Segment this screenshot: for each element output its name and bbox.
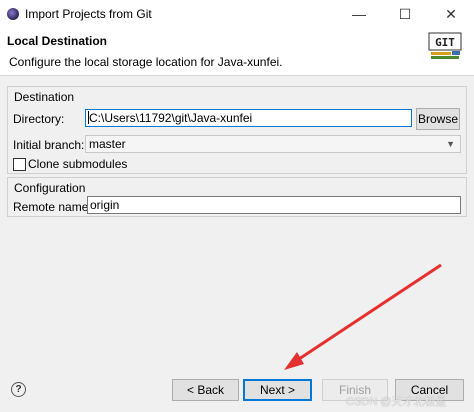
directory-value: C:\Users\11792\git\Java-xunfei [89, 111, 253, 125]
git-logo-text: GIT [435, 36, 455, 49]
minimize-button[interactable]: — [336, 0, 382, 28]
configuration-group-label: Configuration [14, 181, 86, 195]
next-button[interactable]: Next > [243, 379, 312, 401]
close-button[interactable]: ✕ [428, 0, 474, 28]
browse-button[interactable]: Browse [416, 108, 460, 130]
annotation-arrow-line [295, 263, 442, 363]
page-description: Configure the local storage location for… [9, 55, 283, 69]
watermark-text: CSDN @天才北极星 [346, 396, 447, 408]
back-button[interactable]: < Back [172, 379, 239, 401]
annotation-arrow-head [284, 352, 304, 370]
destination-group: Destination Directory: C:\Users\11792\gi… [7, 86, 467, 174]
destination-group-label: Destination [14, 90, 75, 104]
initial-branch-value: master [89, 137, 126, 151]
remote-name-label: Remote name: [13, 200, 92, 214]
eclipse-app-icon [7, 8, 19, 20]
title-bar: Import Projects from Git — ☐ ✕ [0, 0, 474, 28]
directory-label: Directory: [13, 112, 65, 126]
remote-name-input[interactable]: origin [87, 196, 461, 214]
initial-branch-select[interactable]: master ▼ [85, 135, 461, 153]
maximize-button[interactable]: ☐ [382, 0, 428, 28]
window-title: Import Projects from Git [25, 7, 152, 21]
configuration-group: Configuration Remote name: origin [7, 177, 467, 217]
page-title: Local Destination [7, 34, 108, 48]
wizard-banner: Local Destination Configure the local st… [0, 28, 474, 76]
directory-input[interactable]: C:\Users\11792\git\Java-xunfei [85, 109, 412, 127]
chevron-down-icon: ▼ [446, 139, 455, 149]
window-controls: — ☐ ✕ [336, 0, 474, 28]
clone-submodules-checkbox[interactable] [13, 158, 26, 171]
help-icon[interactable]: ? [11, 382, 26, 397]
git-logo-icon: GIT [428, 32, 462, 59]
remote-name-value: origin [90, 198, 120, 212]
clone-submodules-label: Clone submodules [28, 157, 128, 171]
initial-branch-label: Initial branch: [13, 138, 85, 152]
